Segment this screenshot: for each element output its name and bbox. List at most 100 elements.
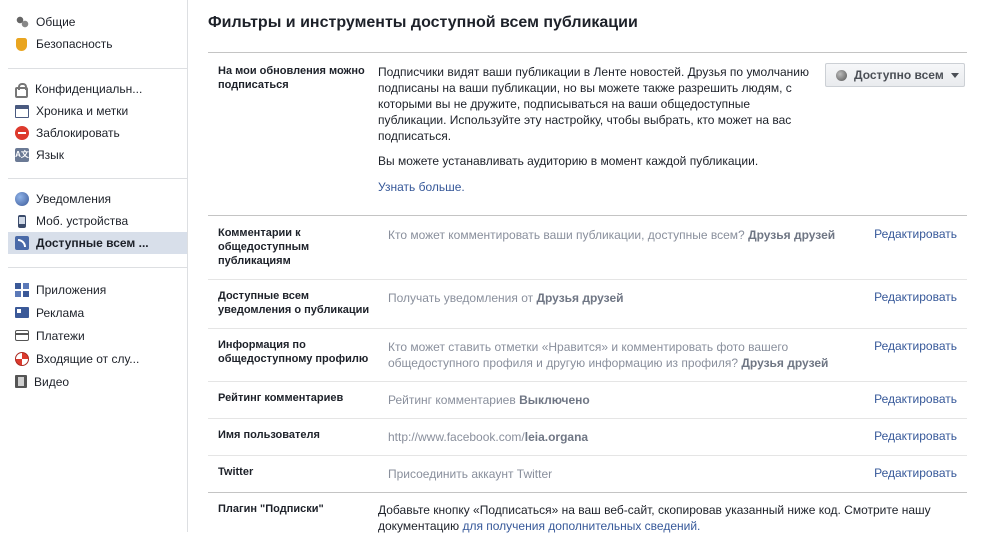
phone-icon — [18, 214, 26, 228]
setting-text: Присоединить аккаунт Twitter — [388, 467, 553, 481]
sidebar-divider — [8, 178, 187, 179]
setting-label: Плагин "Подписки" — [218, 503, 324, 515]
audience-note: Вы можете устанавливать аудиторию в моме… — [378, 154, 759, 168]
sidebar-item-label: Входящие от слу... — [36, 351, 140, 366]
sidebar-item-support-inbox[interactable]: Входящие от слу... — [8, 347, 187, 370]
sidebar-item-label: Общие — [36, 15, 76, 29]
setting-label: Доступные всем уведомления о публикации — [218, 290, 370, 316]
setting-text: http://www.facebook.com/ — [388, 430, 525, 444]
setting-text: Получать уведомления от — [388, 291, 534, 305]
sidebar-item-language[interactable]: A文 Язык — [8, 144, 187, 166]
setting-label: На мои обновления можно подписаться — [218, 65, 365, 91]
sidebar-item-label: Безопасность — [36, 37, 113, 51]
sidebar-item-apps[interactable]: Приложения — [8, 278, 187, 301]
setting-value: Кто может ставить отметки «Нравится» и к… — [388, 339, 858, 371]
sidebar-divider — [8, 68, 187, 69]
sidebar-item-label: Конфиденциальн... — [35, 82, 143, 96]
sidebar-item-label: Видео — [34, 374, 70, 389]
settings-sidebar: Общие Безопасность Конфиденциальн... Хро… — [0, 0, 187, 532]
audience-selector-button[interactable]: Доступно всем — [825, 63, 965, 87]
sidebar-item-label: Заблокировать — [36, 126, 120, 140]
setting-text: Рейтинг комментариев — [388, 393, 516, 407]
film-icon — [15, 375, 27, 388]
sidebar-item-privacy[interactable]: Конфиденциальн... — [8, 78, 187, 100]
setting-value: Рейтинг комментариев Выключено — [388, 392, 868, 408]
sidebar-item-label: Моб. устройства — [36, 214, 129, 228]
setting-current-value: Друзья друзей — [741, 356, 829, 370]
row-divider — [208, 328, 967, 329]
sidebar-divider — [8, 267, 187, 268]
chevron-down-icon — [950, 72, 959, 78]
sidebar-item-blocking[interactable]: Заблокировать — [8, 122, 187, 144]
gear-icon — [15, 15, 29, 29]
ads-icon — [15, 307, 29, 318]
setting-label: Информация по общедоступному профилю — [218, 339, 369, 365]
setting-current-value: Друзья друзей — [748, 228, 836, 242]
sidebar-item-ads[interactable]: Реклама — [8, 301, 187, 324]
setting-current-value: Друзья друзей — [536, 291, 624, 305]
lifebuoy-icon — [15, 351, 29, 366]
block-icon — [15, 126, 29, 140]
rss-icon — [15, 236, 29, 250]
setting-value: Кто может комментировать ваши публикации… — [388, 227, 868, 243]
sidebar-border — [187, 0, 188, 532]
shield-icon — [16, 37, 27, 51]
setting-value: Получать уведомления от Друзья друзей — [388, 290, 868, 306]
sidebar-item-timeline[interactable]: Хроника и метки — [8, 100, 187, 122]
setting-label: Рейтинг комментариев — [218, 392, 344, 404]
edit-link[interactable]: Редактировать — [874, 339, 957, 353]
section-divider — [208, 492, 967, 493]
plugin-description: Добавьте кнопку «Подписаться» на ваш веб… — [378, 502, 958, 534]
row-divider — [208, 418, 967, 419]
audience-label: Доступно всем — [854, 68, 944, 82]
setting-label: Twitter — [218, 466, 254, 478]
apps-icon — [15, 282, 29, 297]
lock-icon — [15, 82, 28, 98]
globe-icon — [836, 69, 847, 81]
setting-current-value: leia.organa — [524, 430, 589, 444]
sidebar-item-mobile[interactable]: Моб. устройства — [8, 210, 187, 232]
sidebar-item-label: Язык — [36, 148, 65, 162]
setting-label: Комментарии к общедоступным публикациям — [218, 227, 310, 267]
sidebar-item-notifications[interactable]: Уведомления — [8, 188, 187, 210]
sidebar-item-payments[interactable]: Платежи — [8, 324, 187, 347]
section-divider — [208, 52, 967, 53]
sidebar-item-security[interactable]: Безопасность — [8, 33, 187, 55]
edit-link[interactable]: Редактировать — [874, 392, 957, 406]
setting-value: http://www.facebook.com/leia.organa — [388, 429, 868, 445]
card-icon — [15, 330, 29, 341]
row-divider — [208, 279, 967, 280]
sidebar-item-public-posts[interactable]: Доступные всем ... — [8, 232, 187, 254]
sidebar-item-label: Уведомления — [36, 192, 112, 206]
setting-text: Кто может ставить отметки «Нравится» и к… — [388, 340, 789, 370]
setting-label: Имя пользователя — [218, 429, 320, 441]
sidebar-item-label: Реклама — [36, 305, 85, 320]
follow-description: Подписчики видят ваши публикации в Ленте… — [378, 65, 809, 143]
sidebar-item-general[interactable]: Общие — [8, 11, 187, 33]
sidebar-group-general: Общие Безопасность — [8, 11, 187, 55]
edit-link[interactable]: Редактировать — [874, 290, 957, 304]
setting-current-value: Выключено — [519, 393, 590, 407]
sidebar-item-label: Приложения — [36, 282, 107, 297]
setting-text: Кто может комментировать ваши публикации… — [388, 228, 745, 242]
setting-value: Присоединить аккаунт Twitter — [388, 466, 868, 482]
sidebar-group-notifications: Уведомления Моб. устройства Доступные вс… — [8, 188, 187, 254]
language-icon: A文 — [15, 148, 29, 162]
sidebar-item-label: Платежи — [36, 328, 85, 343]
edit-link[interactable]: Редактировать — [874, 429, 957, 443]
sidebar-group-apps: Приложения Реклама Платежи Входящие от с… — [8, 278, 187, 393]
globe-icon — [15, 192, 29, 206]
timeline-icon — [15, 104, 29, 118]
sidebar-group-privacy: Конфиденциальн... Хроника и метки Заблок… — [8, 78, 187, 166]
edit-link[interactable]: Редактировать — [874, 227, 957, 241]
sidebar-item-video[interactable]: Видео — [8, 370, 187, 393]
row-divider — [208, 455, 967, 456]
sidebar-item-label: Доступные всем ... — [36, 236, 149, 250]
row-divider — [208, 381, 967, 382]
sidebar-item-label: Хроника и метки — [36, 104, 129, 118]
section-divider — [208, 215, 967, 216]
documentation-link[interactable]: для получения дополнительных сведений. — [462, 519, 700, 533]
page-title: Фильтры и инструменты доступной всем пуб… — [208, 14, 638, 31]
edit-link[interactable]: Редактировать — [874, 466, 957, 480]
learn-more-link[interactable]: Узнать больше. — [378, 179, 465, 195]
